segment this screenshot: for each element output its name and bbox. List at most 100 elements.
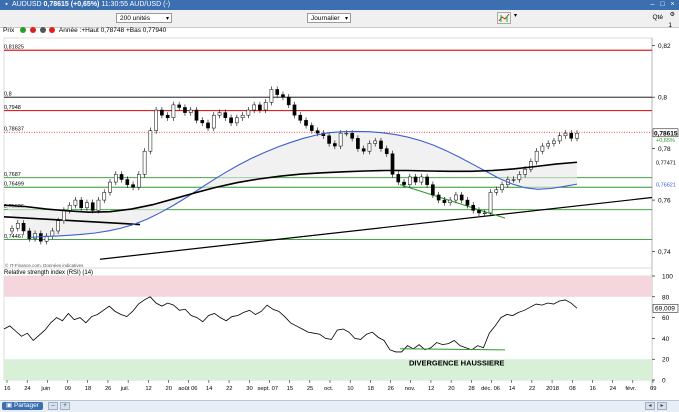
candle-body[interactable] [85, 202, 89, 209]
candle-body[interactable] [183, 107, 187, 113]
candle-body[interactable] [292, 104, 297, 116]
candle-body[interactable] [356, 138, 360, 149]
candle-body[interactable] [39, 233, 43, 242]
candle-body[interactable] [546, 143, 550, 147]
candle-body[interactable] [154, 109, 158, 131]
candle-body[interactable] [286, 96, 291, 106]
candle-body[interactable] [263, 102, 268, 111]
candle-body[interactable] [10, 228, 14, 232]
candle-body[interactable] [119, 174, 124, 180]
candle-body[interactable] [436, 194, 441, 201]
candle-body[interactable] [73, 199, 78, 206]
candle-body[interactable] [206, 122, 210, 129]
candle-body[interactable] [281, 94, 285, 98]
candle-body[interactable] [350, 132, 354, 139]
candle-body[interactable] [361, 148, 366, 152]
candle-body[interactable] [419, 176, 424, 183]
candle-body[interactable] [471, 204, 476, 211]
candle-body[interactable] [67, 204, 72, 211]
candle-body[interactable] [327, 135, 331, 144]
candle-body[interactable] [15, 222, 20, 229]
candle-body[interactable] [142, 150, 147, 175]
quantity-value[interactable]: 1 [668, 22, 672, 29]
candle-body[interactable] [165, 114, 170, 119]
candle-body[interactable] [56, 220, 60, 232]
candle-body[interactable] [304, 120, 308, 126]
candle-body[interactable] [384, 148, 389, 155]
candle-body[interactable] [488, 192, 493, 214]
candle-body[interactable] [137, 174, 141, 188]
candle-body[interactable] [557, 135, 562, 142]
candle-body[interactable] [131, 184, 135, 188]
candle-body[interactable] [338, 132, 343, 147]
candle-body[interactable] [188, 109, 193, 113]
candle-body[interactable] [402, 181, 406, 185]
candle-body[interactable] [379, 140, 383, 149]
candle-body[interactable] [315, 130, 320, 134]
candle-body[interactable] [298, 114, 303, 121]
candle-body[interactable] [413, 176, 418, 183]
price-chart[interactable]: 0,82 0,8 0,78 0,76 0,74 0,81825 0,8 0,7948 0,786… [0, 36, 679, 400]
candle-body[interactable] [534, 150, 539, 162]
candle-body[interactable] [309, 125, 314, 131]
candle-body[interactable] [148, 130, 153, 152]
units-select[interactable]: 200 unités ▾ [116, 13, 172, 23]
scroll-left-button[interactable]: ◂ [645, 402, 655, 410]
candle-body[interactable] [160, 109, 164, 116]
candle-body[interactable] [50, 230, 55, 237]
candle-body[interactable] [333, 143, 337, 147]
candle-body[interactable] [177, 104, 182, 108]
candle-body[interactable] [62, 210, 66, 221]
candle-body[interactable] [442, 199, 447, 203]
candle-body[interactable] [459, 194, 464, 201]
candle-body[interactable] [431, 184, 435, 196]
chart-type-icon[interactable] [497, 12, 511, 24]
candle-body[interactable] [113, 174, 118, 183]
candle-body[interactable] [575, 132, 579, 139]
candle-body[interactable] [171, 104, 176, 119]
candle-body[interactable] [229, 117, 233, 124]
candle-body[interactable] [235, 117, 239, 124]
candle-body[interactable] [217, 112, 222, 116]
indicator-close-icon[interactable] [49, 27, 56, 34]
candle-body[interactable] [523, 168, 527, 175]
maximize-icon[interactable]: □ [658, 1, 667, 9]
candle-body[interactable] [529, 161, 533, 170]
candle-body[interactable] [552, 140, 556, 144]
candle-body[interactable] [252, 104, 256, 111]
indicator-grey-icon[interactable] [39, 27, 46, 34]
candle-body[interactable] [258, 104, 262, 111]
chart-type-dropdown-icon[interactable]: ▾ [514, 12, 523, 24]
indicator-red-icon[interactable] [29, 27, 36, 34]
close-icon[interactable]: × [668, 1, 677, 9]
candle-body[interactable] [425, 176, 429, 185]
zoom-in-button[interactable]: + [60, 402, 70, 410]
candle-body[interactable] [223, 112, 228, 119]
candle-body[interactable] [407, 176, 412, 185]
period-select[interactable]: Journalier ▾ [307, 13, 351, 23]
candle-body[interactable] [246, 109, 251, 116]
candle-body[interactable] [211, 114, 216, 129]
candle-body[interactable] [511, 179, 516, 181]
candle-body[interactable] [344, 132, 349, 135]
candle-body[interactable] [465, 199, 470, 206]
candle-body[interactable] [125, 179, 130, 185]
share-button[interactable]: ▣ Partager [2, 402, 43, 410]
candle-body[interactable] [569, 132, 574, 139]
candle-body[interactable] [194, 109, 199, 121]
settings-icon[interactable]: ⚙ [670, 11, 675, 18]
candle-body[interactable] [108, 181, 112, 193]
candle-body[interactable] [200, 120, 205, 124]
candle-body[interactable] [269, 89, 274, 103]
candle-body[interactable] [477, 210, 481, 214]
candle-body[interactable] [33, 233, 37, 239]
candle-body[interactable] [448, 199, 452, 203]
candle-body[interactable] [500, 184, 504, 191]
candle-body[interactable] [396, 174, 401, 183]
candle-body[interactable] [275, 89, 280, 95]
candle-body[interactable] [21, 222, 26, 232]
candle-body[interactable] [563, 132, 568, 137]
scroll-right-button[interactable]: ▸ [657, 402, 667, 410]
candle-body[interactable] [96, 199, 101, 211]
candle-body[interactable] [454, 194, 458, 201]
